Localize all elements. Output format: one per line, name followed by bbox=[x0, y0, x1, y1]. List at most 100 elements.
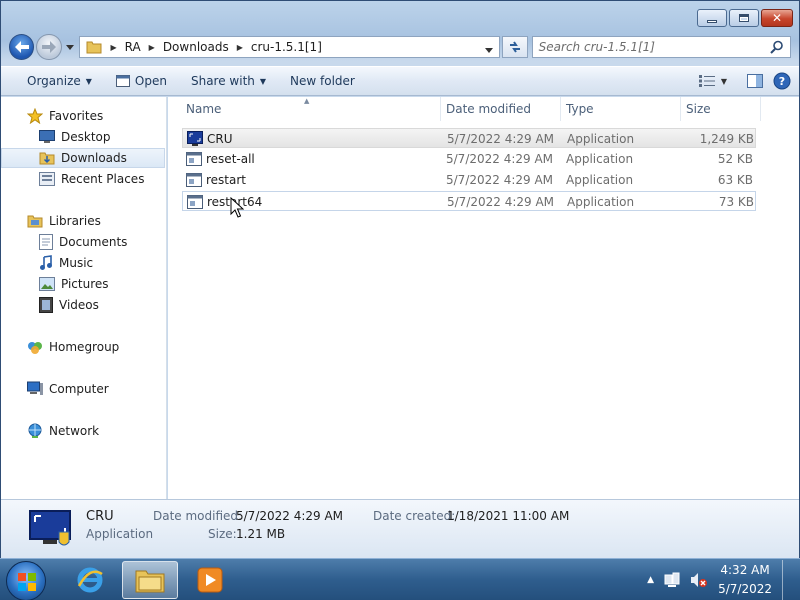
nav-recent-places[interactable]: Recent Places bbox=[1, 169, 165, 189]
maximize-button[interactable] bbox=[729, 9, 759, 27]
nav-computer[interactable]: Computer bbox=[1, 379, 165, 399]
nav-videos-label: Videos bbox=[59, 298, 99, 312]
nav-libraries[interactable]: Libraries bbox=[1, 211, 165, 231]
application-icon bbox=[186, 170, 202, 190]
file-row-cru[interactable]: CRU 5/7/2022 4:29 AM Application 1,249 K… bbox=[182, 128, 756, 148]
help-icon: ? bbox=[773, 72, 791, 90]
breadcrumb-separator-icon[interactable]: ▶ bbox=[235, 43, 245, 52]
view-controls: ▼ ? bbox=[698, 72, 791, 90]
details-date-created-label: Date created: bbox=[373, 509, 456, 523]
column-size[interactable]: Size bbox=[681, 97, 761, 121]
nav-network-label: Network bbox=[49, 424, 100, 438]
nav-documents[interactable]: Documents bbox=[1, 232, 165, 252]
nav-pictures[interactable]: Pictures bbox=[1, 274, 165, 294]
libraries-icon bbox=[27, 215, 43, 228]
column-name[interactable]: Name bbox=[181, 97, 441, 121]
cru-app-icon bbox=[187, 129, 203, 149]
breadcrumb-separator-icon[interactable]: ▶ bbox=[147, 43, 157, 52]
downloads-folder-icon bbox=[39, 152, 55, 165]
column-type[interactable]: Type bbox=[561, 97, 681, 121]
details-date-created: 1/18/2021 11:00 AM bbox=[447, 509, 570, 523]
nav-libraries-label: Libraries bbox=[49, 214, 101, 228]
help-button[interactable]: ? bbox=[773, 72, 791, 90]
recent-pages-dropdown[interactable] bbox=[64, 41, 76, 53]
file-list: Name ▲ Date modified Type Size CRU 5/7/2… bbox=[168, 97, 799, 499]
nav-favorites[interactable]: Favorites bbox=[1, 106, 165, 126]
close-button[interactable]: ✕ bbox=[761, 9, 793, 27]
nav-music[interactable]: Music bbox=[1, 253, 165, 273]
change-view-button[interactable]: ▼ bbox=[698, 75, 727, 87]
address-bar[interactable]: ▶ RA ▶ Downloads ▶ cru-1.5.1[1] bbox=[79, 36, 501, 58]
show-hidden-icons-button[interactable]: ▲ bbox=[647, 575, 654, 585]
open-label: Open bbox=[134, 74, 167, 88]
details-file-type: Application bbox=[86, 527, 154, 541]
nav-downloads[interactable]: Downloads bbox=[1, 148, 165, 168]
file-size: 73 KB bbox=[718, 195, 754, 209]
search-box[interactable]: Search cru-1.5.1[1] bbox=[531, 36, 791, 58]
application-icon bbox=[187, 192, 203, 212]
organize-button[interactable]: Organize ▼ bbox=[15, 67, 104, 95]
preview-pane-button[interactable] bbox=[747, 74, 763, 88]
new-folder-button[interactable]: New folder bbox=[278, 67, 367, 95]
system-tray: ▲ 4:32 AM 5/7/2022 bbox=[647, 559, 792, 600]
chevron-down-icon: ▼ bbox=[85, 76, 92, 86]
search-icon[interactable] bbox=[770, 40, 784, 57]
chevron-down-icon: ▼ bbox=[259, 76, 267, 86]
file-date: 5/7/2022 4:29 AM bbox=[446, 173, 554, 187]
media-player-icon bbox=[197, 567, 223, 593]
nav-videos[interactable]: Videos bbox=[1, 295, 165, 315]
file-type: Application bbox=[567, 195, 635, 209]
address-dropdown[interactable] bbox=[485, 42, 494, 56]
file-size: 1,249 KB bbox=[699, 132, 754, 146]
command-bar: Organize ▼ Open Share with ▼ New folder … bbox=[1, 66, 799, 96]
breadcrumb-ra[interactable]: RA bbox=[119, 37, 147, 57]
internet-explorer-icon bbox=[77, 567, 103, 593]
new-folder-label: New folder bbox=[290, 74, 355, 88]
taskbar-media-player[interactable] bbox=[182, 561, 238, 599]
back-arrow-icon bbox=[14, 41, 29, 53]
windows-explorer-icon bbox=[135, 570, 165, 593]
nav-network[interactable]: Network bbox=[1, 421, 165, 441]
application-icon bbox=[186, 149, 202, 169]
details-file-name: CRU bbox=[86, 509, 114, 524]
show-desktop-button[interactable] bbox=[782, 560, 792, 600]
minimize-button[interactable] bbox=[697, 9, 727, 27]
share-with-label: Share with bbox=[190, 74, 255, 88]
organize-label: Organize bbox=[27, 74, 81, 88]
forward-button[interactable] bbox=[36, 34, 62, 60]
nav-homegroup-label: Homegroup bbox=[49, 340, 120, 354]
volume-muted-icon[interactable] bbox=[690, 572, 708, 588]
open-button[interactable]: Open bbox=[104, 67, 179, 95]
clock[interactable]: 4:32 AM 5/7/2022 bbox=[718, 561, 772, 599]
file-name: reset-all bbox=[206, 152, 255, 166]
back-button[interactable] bbox=[9, 34, 35, 60]
nav-desktop[interactable]: Desktop bbox=[1, 127, 165, 147]
chevron-down-icon: ▼ bbox=[720, 76, 727, 86]
folder-icon bbox=[86, 40, 102, 54]
start-button[interactable] bbox=[6, 561, 46, 600]
file-name: restart bbox=[206, 173, 247, 187]
maximize-icon bbox=[739, 14, 749, 22]
share-with-button[interactable]: Share with ▼ bbox=[179, 67, 278, 95]
nav-homegroup[interactable]: Homegroup bbox=[1, 337, 165, 357]
breadcrumb-separator-icon[interactable]: ▶ bbox=[108, 43, 118, 52]
file-row-restart64[interactable]: restart64 5/7/2022 4:29 AM Application 7… bbox=[182, 191, 756, 211]
refresh-button[interactable] bbox=[502, 36, 528, 58]
chevron-down-icon bbox=[485, 48, 494, 53]
file-row-reset-all[interactable]: reset-all 5/7/2022 4:29 AM Application 5… bbox=[182, 149, 756, 169]
taskbar-internet-explorer[interactable] bbox=[62, 561, 118, 599]
taskbar: ▲ 4:32 AM 5/7/2022 bbox=[0, 558, 800, 600]
network-status-icon[interactable] bbox=[664, 572, 680, 588]
details-date-modified-label: Date modified: bbox=[153, 509, 243, 523]
breadcrumb-downloads[interactable]: Downloads bbox=[157, 37, 235, 57]
forward-arrow-icon bbox=[42, 41, 57, 53]
svg-text:?: ? bbox=[779, 75, 785, 88]
details-size: 1.21 MB bbox=[236, 527, 286, 541]
chevron-down-icon bbox=[65, 44, 74, 50]
taskbar-windows-explorer[interactable] bbox=[122, 561, 178, 599]
column-date-modified[interactable]: Date modified bbox=[441, 97, 561, 121]
file-date: 5/7/2022 4:29 AM bbox=[447, 132, 555, 146]
breadcrumb-current-folder[interactable]: cru-1.5.1[1] bbox=[245, 37, 328, 57]
clock-date: 5/7/2022 bbox=[718, 582, 772, 596]
file-row-restart[interactable]: restart 5/7/2022 4:29 AM Application 63 … bbox=[182, 170, 756, 190]
